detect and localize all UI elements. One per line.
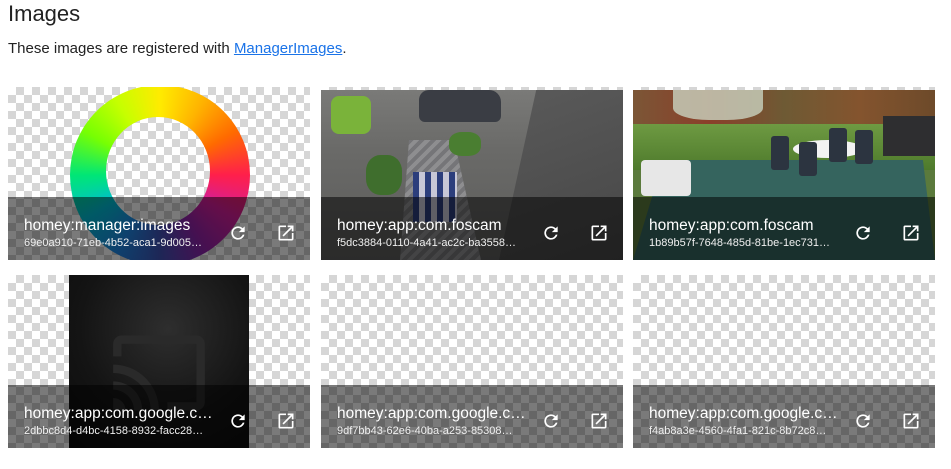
image-card: homey:manager:images 69e0a910-71eb-4b52-… [8, 87, 310, 260]
description-suffix: . [342, 40, 347, 57]
refresh-icon [856, 414, 870, 428]
image-card: homey:app:com.foscam 1b89b57f-7648-485d-… [633, 87, 935, 260]
car-shape [419, 90, 501, 122]
image-card: homey:app:com.google.c… 9df7bb43-62e6-40… [321, 275, 623, 448]
page-description: These images are registered with Manager… [8, 40, 347, 57]
chair-shape [799, 142, 817, 176]
image-name: homey:app:com.google.c… [649, 405, 838, 422]
refresh-button[interactable] [851, 221, 875, 245]
bush-shape [366, 155, 402, 195]
image-name: homey:app:com.google.c… [337, 405, 526, 422]
open-in-new-icon [278, 225, 294, 241]
description-text: These images are registered with [8, 40, 234, 57]
image-card: homey:app:com.google.c… 2dbbc8d4-d4bc-41… [8, 275, 310, 448]
refresh-icon [544, 414, 558, 428]
open-button[interactable] [274, 409, 298, 433]
image-card: homey:app:com.google.c… f4ab8a3e-4560-4f… [633, 275, 935, 448]
manager-images-link[interactable]: ManagerImages [234, 40, 342, 57]
open-button[interactable] [899, 221, 923, 245]
open-in-new-icon [591, 413, 607, 429]
chair-shape [771, 136, 789, 170]
image-card-overlay: homey:app:com.foscam f5dc3884-0110-4a41-… [321, 197, 623, 260]
open-in-new-icon [903, 413, 919, 429]
image-id: f5dc3884-0110-4a41-ac2c-ba3558… [337, 237, 516, 249]
image-name: homey:manager:images [24, 217, 191, 234]
open-in-new-icon [903, 225, 919, 241]
open-button[interactable] [587, 409, 611, 433]
refresh-button[interactable] [851, 409, 875, 433]
image-card-overlay: homey:app:com.google.c… 2dbbc8d4-d4bc-41… [8, 385, 310, 448]
image-card: homey:app:com.foscam f5dc3884-0110-4a41-… [321, 87, 623, 260]
shed-shape [883, 116, 935, 156]
refresh-button[interactable] [539, 221, 563, 245]
chair-shape [829, 128, 847, 162]
garden-cart-shape [641, 160, 691, 196]
trees-shape [673, 90, 763, 120]
refresh-icon [231, 226, 245, 240]
image-card-overlay: homey:manager:images 69e0a910-71eb-4b52-… [8, 197, 310, 260]
image-card-overlay: homey:app:com.google.c… 9df7bb43-62e6-40… [321, 385, 623, 448]
image-id: f4ab8a3e-4560-4fa1-821c-8b72c8… [649, 425, 827, 437]
refresh-button[interactable] [226, 221, 250, 245]
refresh-button[interactable] [539, 409, 563, 433]
refresh-icon [544, 226, 558, 240]
refresh-icon [856, 226, 870, 240]
open-in-new-icon [278, 413, 294, 429]
image-id: 69e0a910-71eb-4b52-aca1-9d005… [24, 237, 202, 249]
page-title: Images [8, 1, 81, 26]
image-card-overlay: homey:app:com.foscam 1b89b57f-7648-485d-… [633, 197, 935, 260]
image-name: homey:app:com.google.c… [24, 405, 213, 422]
refresh-button[interactable] [226, 409, 250, 433]
open-button[interactable] [899, 409, 923, 433]
open-in-new-icon [591, 225, 607, 241]
image-name: homey:app:com.foscam [337, 217, 502, 234]
image-card-overlay: homey:app:com.google.c… f4ab8a3e-4560-4f… [633, 385, 935, 448]
open-button[interactable] [274, 221, 298, 245]
image-name: homey:app:com.foscam [649, 217, 814, 234]
image-id: 2dbbc8d4-d4bc-4158-8932-facc28… [24, 425, 204, 437]
chair-shape [855, 130, 873, 164]
refresh-icon [231, 414, 245, 428]
bush-shape [449, 132, 481, 156]
open-button[interactable] [587, 221, 611, 245]
image-id: 9df7bb43-62e6-40ba-a253-85308… [337, 425, 513, 437]
car-shape [331, 96, 371, 134]
image-id: 1b89b57f-7648-485d-81be-1ec731… [649, 237, 831, 249]
